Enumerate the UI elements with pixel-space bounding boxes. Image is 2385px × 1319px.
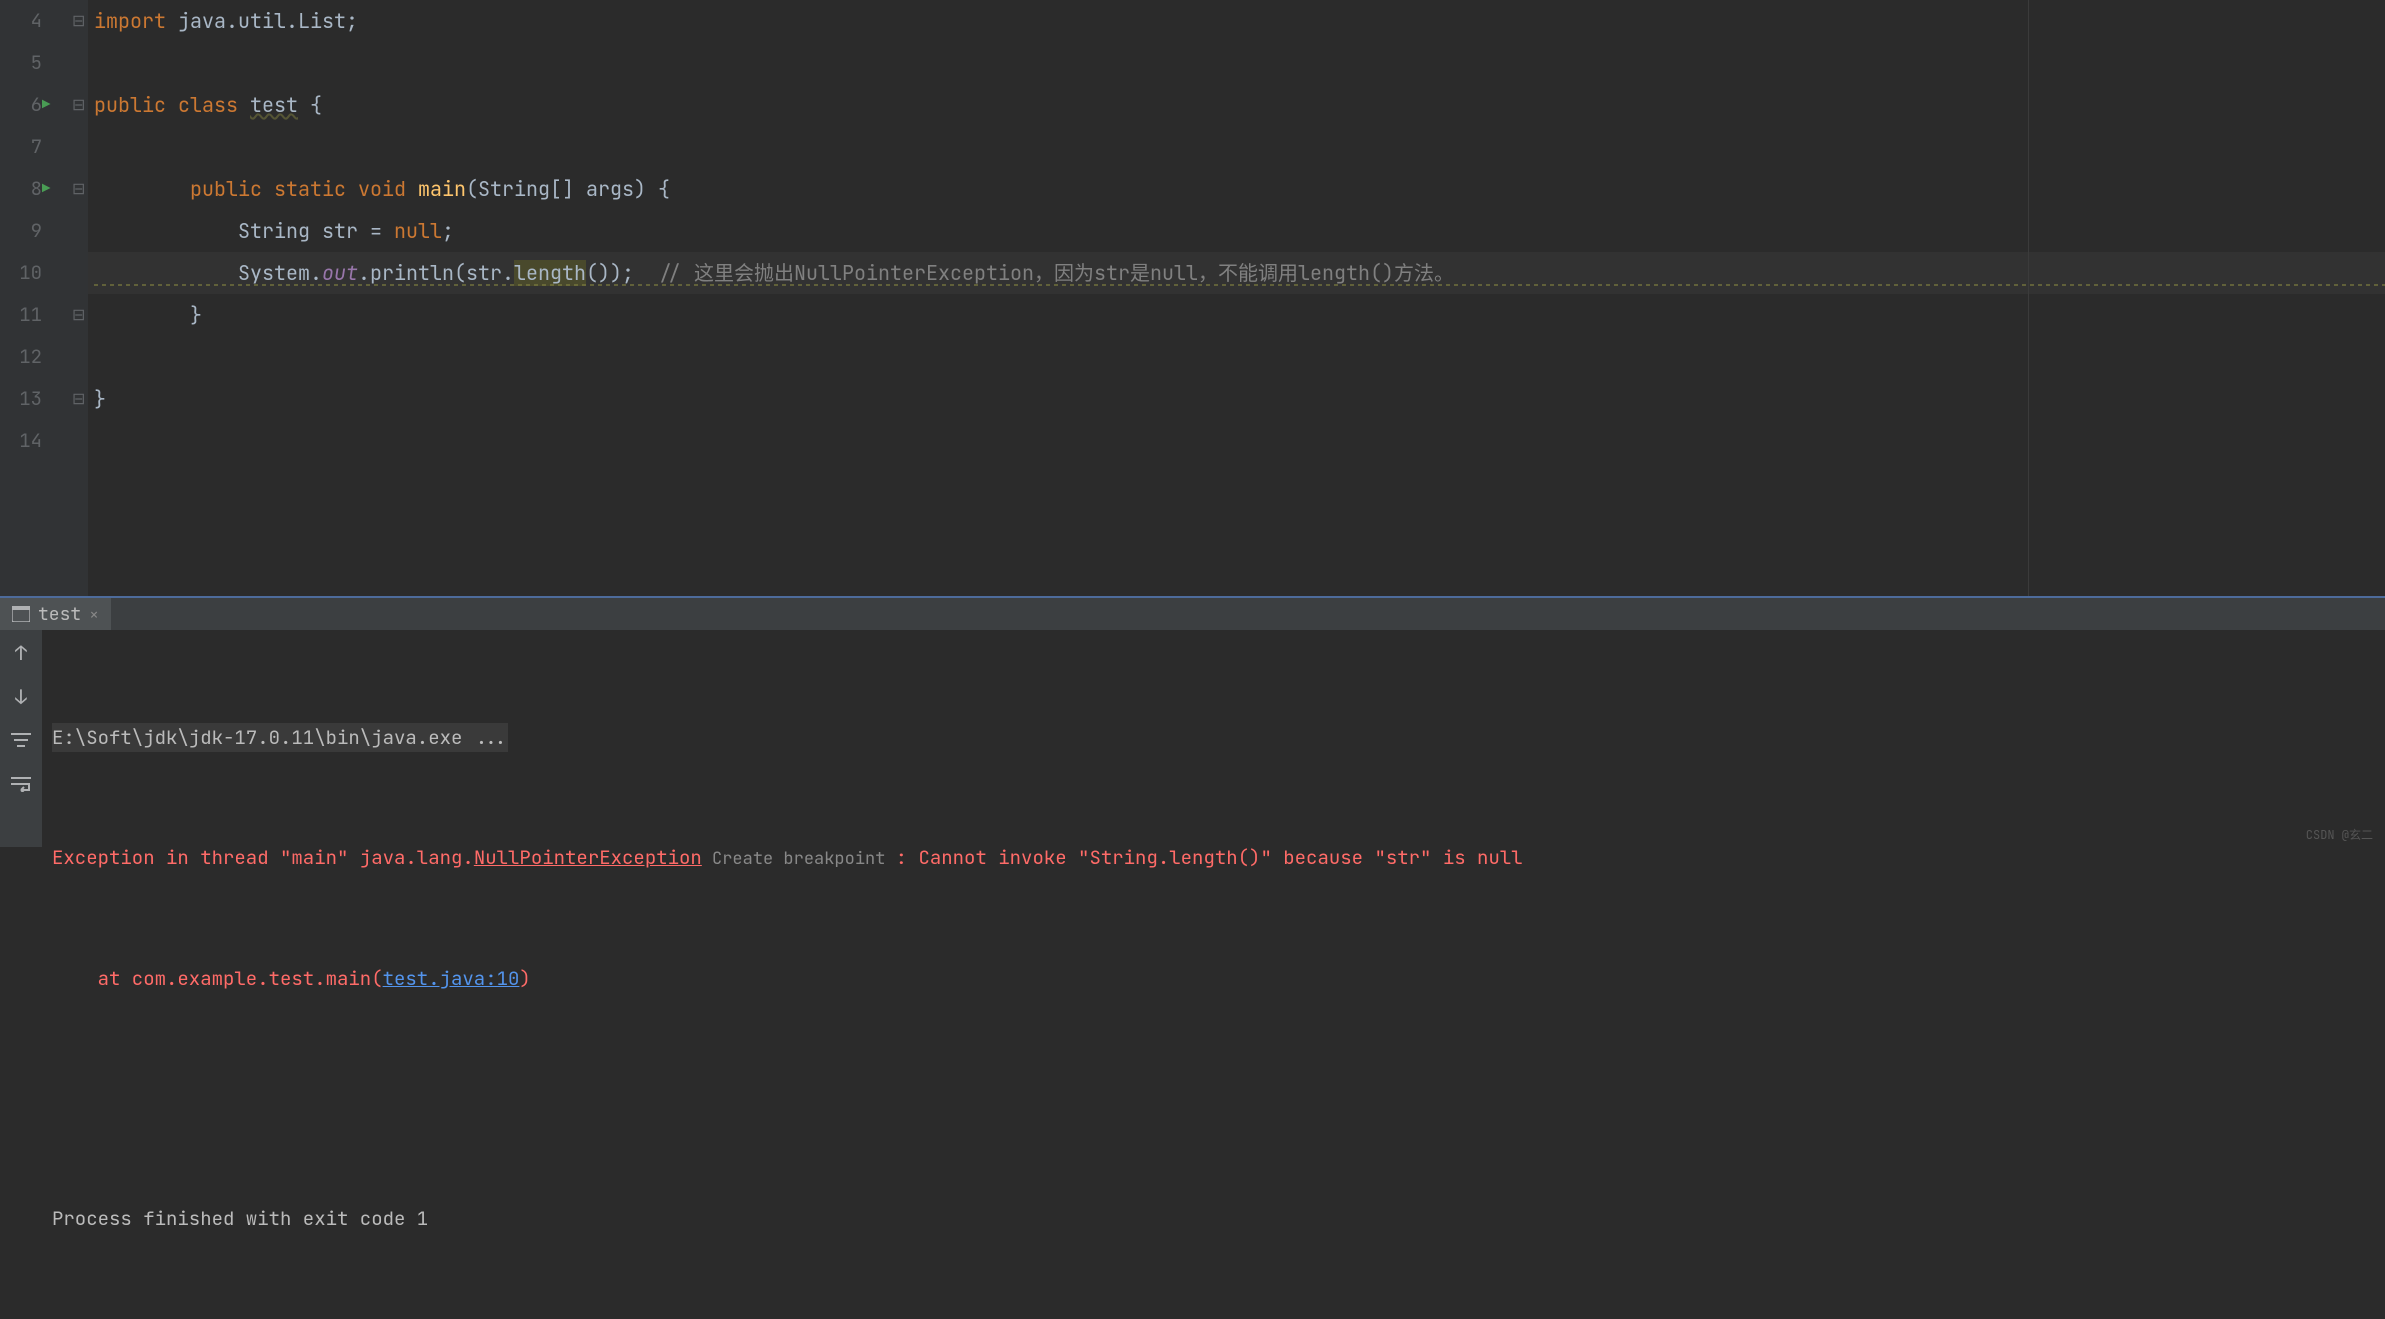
keyword: static <box>274 176 358 202</box>
line-num: 8▶ <box>0 168 70 210</box>
keyword: null <box>394 218 442 244</box>
code-text: (String[] args) { <box>466 176 670 202</box>
fold-icon[interactable]: ⊟ <box>72 0 85 42</box>
code-text: ; <box>442 218 454 244</box>
right-margin <box>2028 0 2029 596</box>
filter-icon[interactable] <box>11 728 31 754</box>
stack-trace: ) <box>519 966 530 991</box>
down-arrow-icon[interactable]: ↓ <box>15 684 27 710</box>
method-name: main <box>418 176 466 202</box>
tab-label: test <box>38 603 81 626</box>
run-tab[interactable]: test × <box>0 598 111 630</box>
warning-highlight: length <box>514 260 586 286</box>
code-text: java.util.List; <box>166 8 358 34</box>
keyword: import <box>94 8 166 34</box>
class-name: test <box>250 92 298 118</box>
console-toolbar: ↑ ↓ <box>0 630 42 847</box>
console-output[interactable]: E:\Soft\jdk\jdk-17.0.11\bin\java.exe ...… <box>42 630 2385 847</box>
run-tab-bar: test × <box>0 596 2385 630</box>
line-num: 10 <box>0 252 70 294</box>
line-num: 7 <box>0 126 70 168</box>
keyword: void <box>358 176 418 202</box>
line-num: 5 <box>0 42 70 84</box>
code-text: ()); <box>586 260 658 286</box>
code-text: System. <box>94 260 322 286</box>
exception-text: Exception in thread "main" java.lang. <box>52 845 474 870</box>
code-text: } <box>94 386 106 412</box>
line-num: 6▶ <box>0 84 70 126</box>
wrap-icon[interactable] <box>11 772 31 798</box>
command-line: E:\Soft\jdk\jdk-17.0.11\bin\java.exe ... <box>52 723 508 752</box>
stack-trace: at com.example.test.main( <box>52 966 383 991</box>
console-panel: ↑ ↓ E:\Soft\jdk\jdk-17.0.11\bin\java.exe… <box>0 630 2385 847</box>
code-text: } <box>94 302 202 328</box>
up-arrow-icon[interactable]: ↑ <box>15 640 27 666</box>
current-line: System.out.println(str.length()); // 这里会… <box>88 252 2385 294</box>
run-icon[interactable]: ▶ <box>42 168 50 210</box>
fold-icon[interactable]: ⊟ <box>72 84 85 126</box>
line-num: 11 <box>0 294 70 336</box>
exception-type-link[interactable]: NullPointerException <box>474 845 702 870</box>
close-icon[interactable]: × <box>89 604 99 625</box>
line-num: 13 <box>0 378 70 420</box>
code-text: String str = <box>94 218 394 244</box>
exception-message: : Cannot invoke "String.length()" becaus… <box>896 845 1523 870</box>
source-link[interactable]: test.java:10 <box>383 966 520 991</box>
keyword: public <box>94 92 178 118</box>
line-num: 9 <box>0 210 70 252</box>
run-icon[interactable]: ▶ <box>42 84 50 126</box>
code-text <box>94 176 190 202</box>
exit-message: Process finished with exit code 1 <box>52 1206 428 1231</box>
fold-column: ⊟ ⊟ ⊟ ⊟ ⊟ <box>70 0 88 596</box>
keyword: public <box>190 176 274 202</box>
terminal-icon <box>12 606 30 622</box>
watermark: CSDN @玄二 <box>2306 826 2373 843</box>
line-num: 14 <box>0 420 70 462</box>
fold-icon[interactable]: ⊟ <box>72 378 85 420</box>
code-text: { <box>298 92 322 118</box>
fold-icon[interactable]: ⊟ <box>72 168 85 210</box>
field: out <box>322 260 358 286</box>
line-num: 4 <box>0 0 70 42</box>
create-breakpoint-link[interactable]: Create breakpoint <box>702 848 896 870</box>
keyword: class <box>178 92 250 118</box>
comment: // 这里会抛出NullPointerException，因为str是null，… <box>658 260 1454 286</box>
gutter: 4 5 6▶ 7 8▶ 9 10 11 12 13 14 <box>0 0 70 596</box>
code-editor[interactable]: 4 5 6▶ 7 8▶ 9 10 11 12 13 14 ⊟ ⊟ ⊟ ⊟ ⊟ i… <box>0 0 2385 596</box>
line-num: 12 <box>0 336 70 378</box>
fold-icon[interactable]: ⊟ <box>72 294 85 336</box>
code-text: .println(str. <box>358 260 514 286</box>
wavy-underline <box>94 284 2385 286</box>
code-area[interactable]: import java.util.List; public class test… <box>88 0 2385 596</box>
